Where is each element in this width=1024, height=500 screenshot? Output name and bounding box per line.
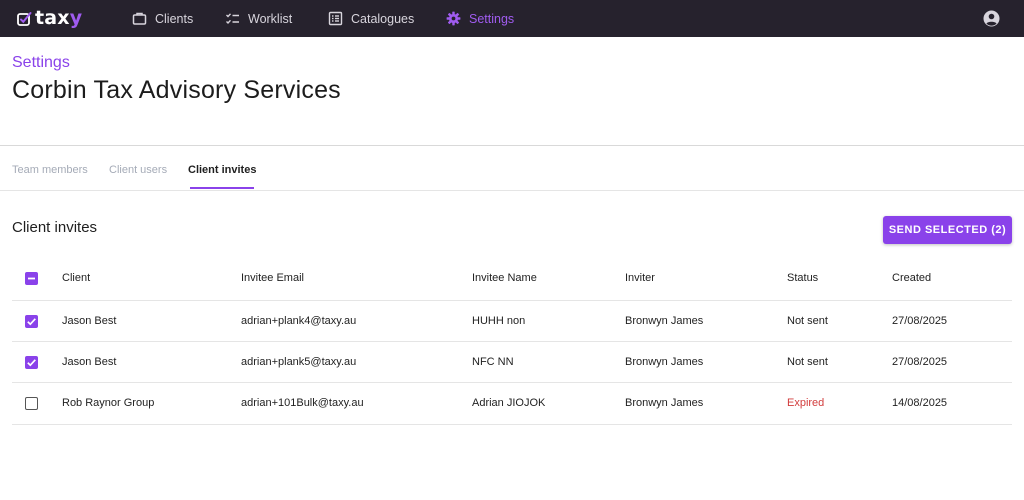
select-all-checkbox[interactable] [25, 272, 38, 285]
page-subtitle: Settings [12, 54, 70, 71]
tab-client-users[interactable]: Client users [109, 164, 167, 176]
cell-invitee-name: NFC NN [472, 356, 514, 368]
checklist-icon [226, 13, 239, 25]
cell-invitee-email: adrian+plank4@taxy.au [241, 315, 357, 327]
row-divider [12, 300, 1012, 301]
account-circle-icon[interactable] [983, 10, 1000, 27]
nav-catalogues[interactable]: Catalogues [328, 0, 414, 37]
cell-inviter: Bronwyn James [625, 356, 704, 368]
check-icon [27, 359, 36, 367]
column-header-client[interactable]: Client [62, 271, 90, 285]
logo-mark-icon [17, 11, 32, 26]
active-tab-indicator [190, 187, 254, 189]
row-divider [12, 341, 1012, 342]
cell-invitee-email: adrian+plank5@taxy.au [241, 356, 357, 368]
cell-inviter: Bronwyn James [625, 397, 704, 409]
nav-clients-label: Clients [155, 11, 194, 26]
cell-client: Rob Raynor Group [62, 397, 155, 409]
row-checkbox[interactable] [25, 315, 38, 328]
cell-created: 27/08/2025 [892, 356, 948, 368]
tabs-divider [0, 190, 1024, 191]
cell-status: Not sent [787, 356, 828, 368]
section-title: Client invites [12, 219, 98, 236]
cell-status-expired: Expired [787, 397, 825, 409]
nav-worklist[interactable]: Worklist [225, 0, 292, 37]
header-divider [0, 145, 1024, 146]
column-header-invitee-email[interactable]: Invitee Email [241, 271, 304, 285]
cell-invitee-name: Adrian JIOJOK [472, 397, 546, 409]
cell-status: Not sent [787, 315, 828, 327]
cell-client: Jason Best [62, 315, 117, 327]
cell-inviter: Bronwyn James [625, 315, 704, 327]
nav-catalogues-label: Catalogues [351, 11, 415, 26]
logo-text: taxy [35, 7, 83, 29]
cell-invitee-name: HUHH non [472, 315, 526, 327]
column-header-inviter[interactable]: Inviter [625, 271, 655, 285]
tab-client-invites[interactable]: Client invites [188, 164, 256, 176]
catalogue-icon [328, 11, 343, 26]
nav-settings-label: Settings [469, 11, 515, 26]
cell-created: 27/08/2025 [892, 315, 948, 327]
taxy-logo[interactable]: taxy [17, 6, 82, 30]
row-checkbox[interactable] [25, 397, 38, 410]
top-navigation-bar: taxy Clients Worklist Catalogues Setting… [0, 0, 1024, 37]
cell-client: Jason Best [62, 356, 117, 368]
column-header-created[interactable]: Created [892, 271, 931, 285]
gear-icon [446, 11, 461, 26]
indeterminate-icon [28, 277, 35, 280]
cell-invitee-email: adrian+101Bulk@taxy.au [241, 397, 364, 409]
check-icon [27, 318, 36, 326]
send-selected-button[interactable]: SEND SELECTED (2) [883, 216, 1012, 244]
page-title: Corbin Tax Advisory Services [12, 76, 341, 104]
row-divider [12, 424, 1012, 425]
row-divider [12, 382, 1012, 383]
column-header-status[interactable]: Status [787, 271, 818, 285]
briefcase-icon [132, 12, 147, 25]
column-header-invitee-name[interactable]: Invitee Name [472, 271, 537, 285]
row-checkbox[interactable] [25, 356, 38, 369]
nav-clients[interactable]: Clients [132, 0, 193, 37]
tab-team-members[interactable]: Team members [12, 164, 88, 176]
cell-created: 14/08/2025 [892, 397, 948, 409]
nav-worklist-label: Worklist [248, 11, 293, 26]
nav-settings[interactable]: Settings [446, 0, 514, 37]
